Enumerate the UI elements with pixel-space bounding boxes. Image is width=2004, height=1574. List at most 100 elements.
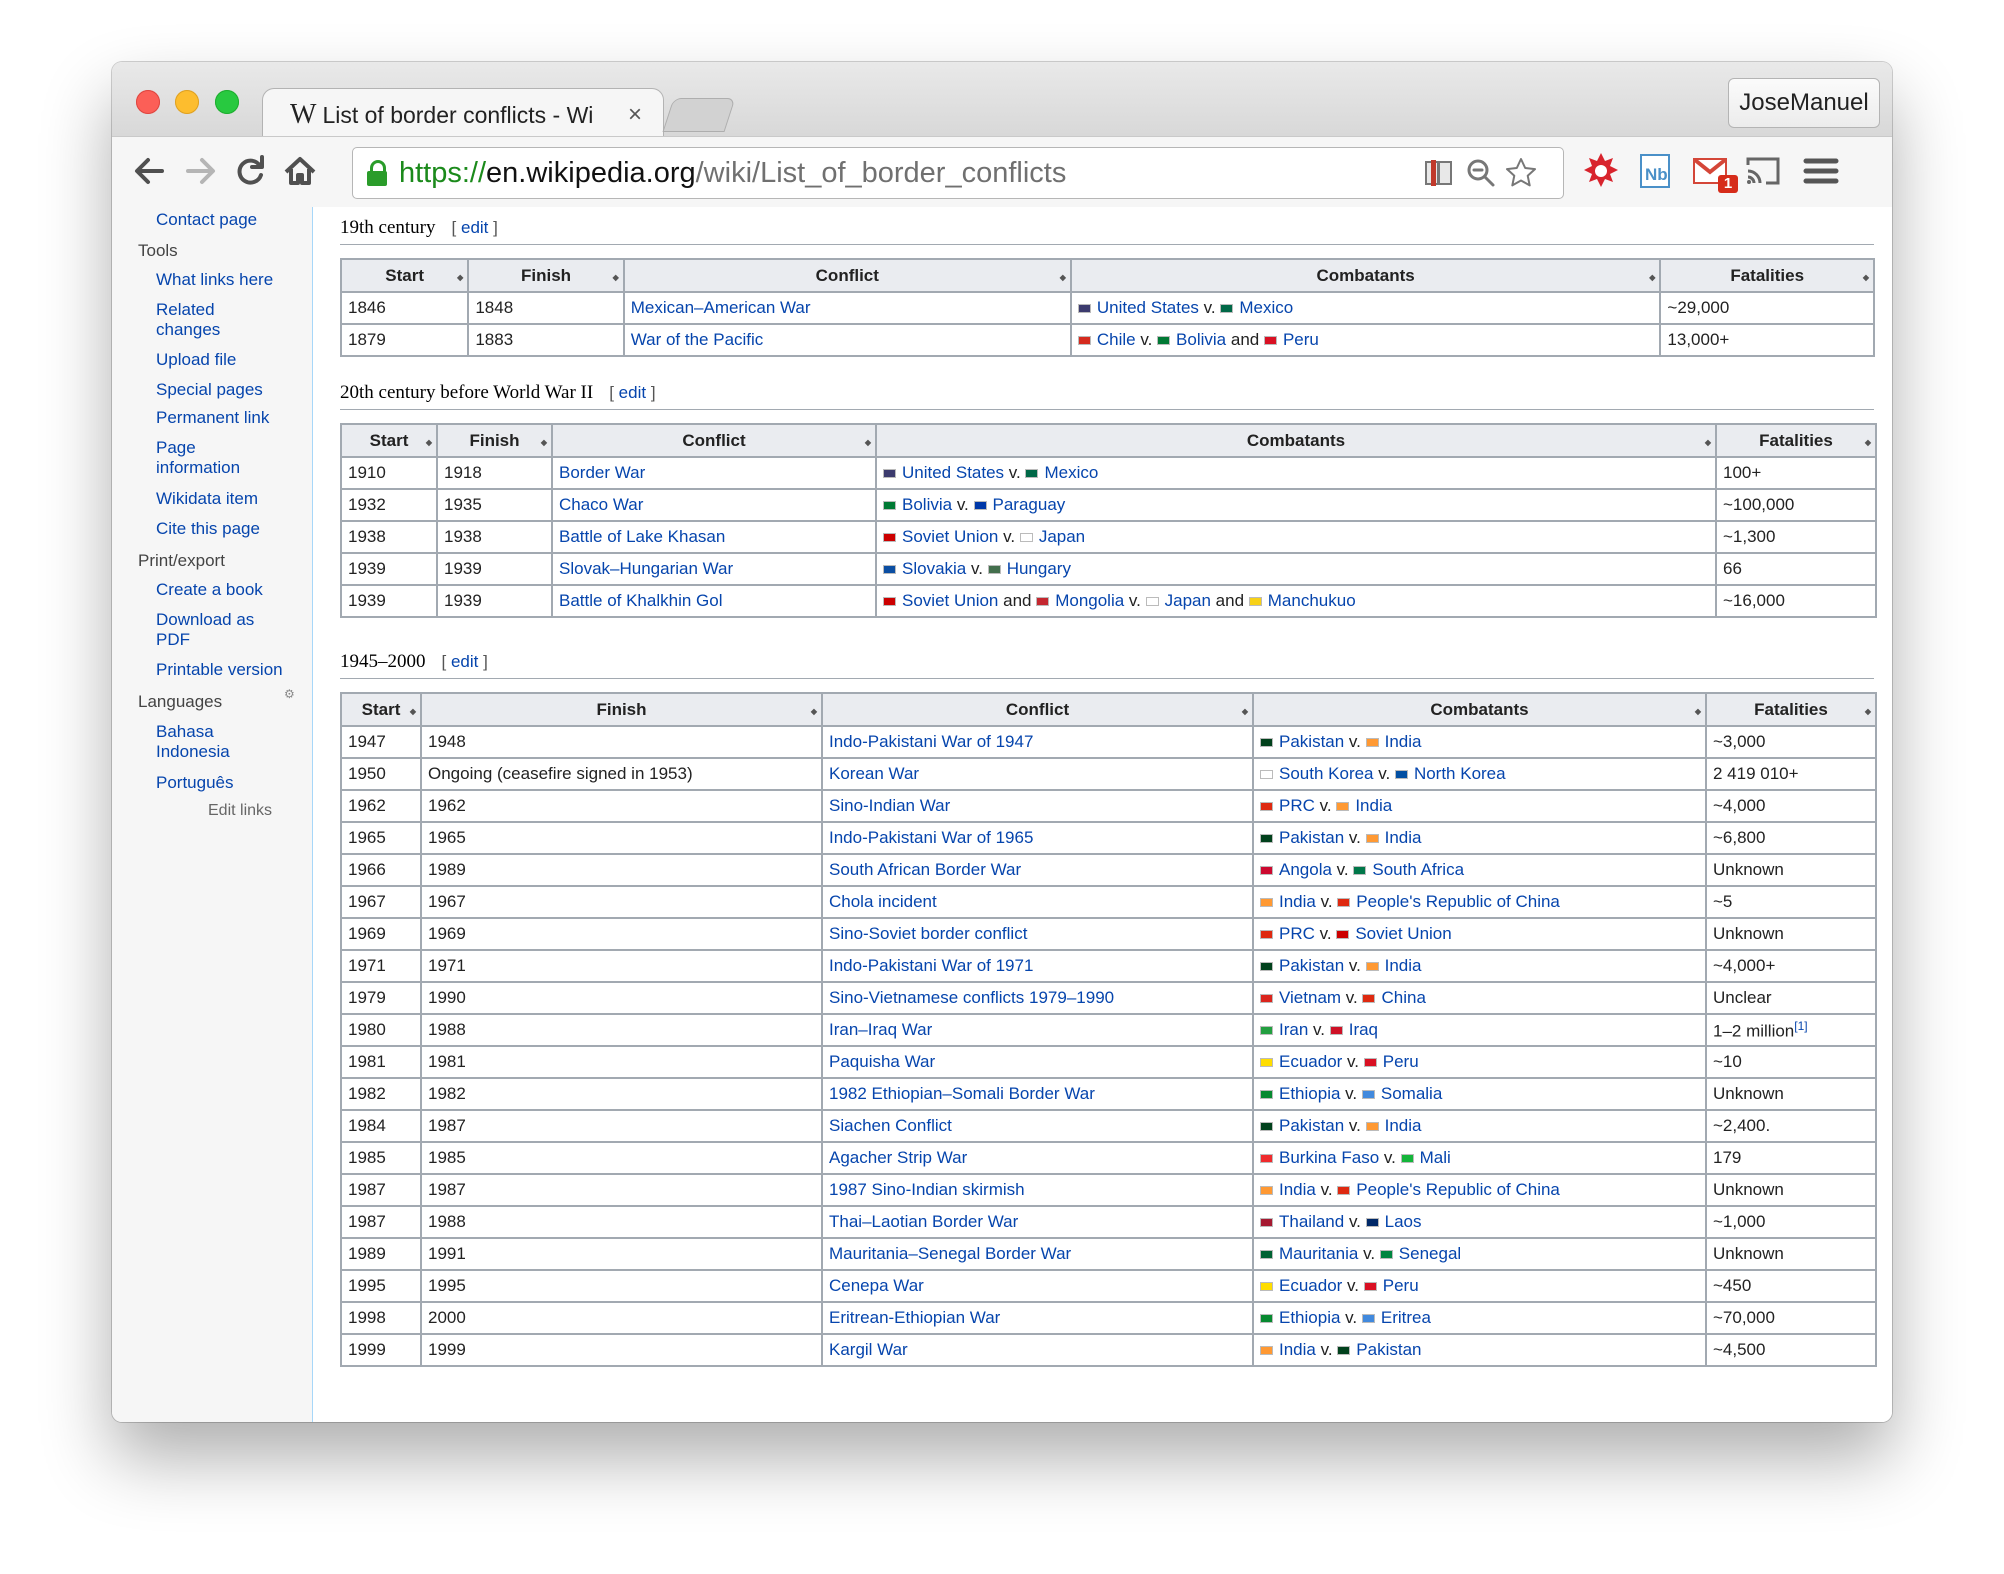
conflict-link[interactable]: Border War <box>559 463 645 482</box>
sidebar-heading-tools[interactable]: Tools <box>138 241 178 261</box>
zoom-window-button[interactable] <box>215 90 239 114</box>
country-link[interactable]: Ecuador <box>1279 1276 1342 1295</box>
country-link[interactable]: People's Republic of China <box>1356 1180 1560 1199</box>
conflict-link[interactable]: South African Border War <box>829 860 1021 879</box>
conflict-link[interactable]: Mauritania–Senegal Border War <box>829 1244 1071 1263</box>
minimize-window-button[interactable] <box>175 90 199 114</box>
address-bar[interactable]: https://en.wikipedia.org/wiki/List_of_bo… <box>352 147 1564 199</box>
cast-icon[interactable] <box>1740 147 1786 195</box>
country-link[interactable]: Thailand <box>1279 1212 1344 1231</box>
conflict-link[interactable]: Battle of Khalkhin Gol <box>559 591 722 610</box>
conflict-link[interactable]: Chola incident <box>829 892 937 911</box>
sidebar-heading-print[interactable]: Print/export <box>138 551 225 571</box>
conflict-link[interactable]: Agacher Strip War <box>829 1148 967 1167</box>
country-link[interactable]: South Korea <box>1279 764 1374 783</box>
sort-arrow-icon[interactable]: ◆ <box>1060 273 1066 282</box>
country-link[interactable]: Mauritania <box>1279 1244 1358 1263</box>
conflict-link[interactable]: Slovak–Hungarian War <box>559 559 733 578</box>
conflict-link[interactable]: Sino-Soviet border conflict <box>829 924 1027 943</box>
lock-icon[interactable] <box>367 160 387 186</box>
country-link[interactable]: Pakistan <box>1279 956 1344 975</box>
country-link[interactable]: India <box>1385 732 1422 751</box>
country-link[interactable]: Laos <box>1385 1212 1422 1231</box>
column-header-fatalities[interactable]: Fatalities ◆ <box>1659 258 1875 293</box>
conflict-link[interactable]: Sino-Vietnamese conflicts 1979–1990 <box>829 988 1114 1007</box>
conflict-link[interactable]: 1982 Ethiopian–Somali Border War <box>829 1084 1095 1103</box>
country-link[interactable]: Angola <box>1279 860 1332 879</box>
country-link[interactable]: India <box>1279 1340 1316 1359</box>
country-link[interactable]: India <box>1385 1116 1422 1135</box>
back-icon[interactable] <box>128 147 172 195</box>
country-link[interactable]: Slovakia <box>902 559 966 578</box>
conflict-link[interactable]: Kargil War <box>829 1340 908 1359</box>
country-link[interactable]: Pakistan <box>1279 828 1344 847</box>
sidebar-link-upload-file[interactable]: Upload file <box>156 350 306 370</box>
sidebar-link-wikidata-item[interactable]: Wikidata item <box>156 489 306 509</box>
country-link[interactable]: India <box>1385 828 1422 847</box>
language-settings-icon[interactable]: ⚙ <box>284 687 295 701</box>
sidebar-link-create-book[interactable]: Create a book <box>156 580 306 600</box>
menu-icon[interactable] <box>1798 147 1844 195</box>
edit-link[interactable]: edit <box>451 652 478 671</box>
country-link[interactable]: Chile <box>1097 330 1136 349</box>
sort-arrow-icon[interactable]: ◆ <box>1865 707 1871 716</box>
country-link[interactable]: Eritrea <box>1381 1308 1431 1327</box>
conflict-link[interactable]: Paquisha War <box>829 1052 935 1071</box>
country-link[interactable]: South Africa <box>1372 860 1464 879</box>
column-header-start[interactable]: Start ◆ <box>340 423 438 458</box>
country-link[interactable]: People's Republic of China <box>1356 892 1560 911</box>
sort-arrow-icon[interactable]: ◆ <box>1649 273 1655 282</box>
bookmark-star-icon[interactable] <box>1503 156 1539 190</box>
sidebar-link-related-changes[interactable]: Related changes <box>156 300 236 340</box>
country-link[interactable]: China <box>1381 988 1425 1007</box>
column-header-start[interactable]: Start ◆ <box>339 258 470 293</box>
sidebar-link-what-links-here[interactable]: What links here <box>156 270 306 290</box>
sort-arrow-icon[interactable]: ◆ <box>811 707 817 716</box>
country-link[interactable]: Senegal <box>1399 1244 1461 1263</box>
country-link[interactable]: Ethiopia <box>1279 1308 1340 1327</box>
sidebar-link-permanent-link[interactable]: Permanent link <box>156 408 306 428</box>
new-tab-button[interactable] <box>662 98 736 132</box>
country-link[interactable]: Japan <box>1039 527 1085 546</box>
country-link[interactable]: India <box>1355 796 1392 815</box>
country-link[interactable]: Manchukuo <box>1268 591 1356 610</box>
forward-icon[interactable] <box>178 147 222 195</box>
conflict-link[interactable]: Mexican–American War <box>631 298 811 317</box>
sort-arrow-icon[interactable]: ◆ <box>613 273 619 282</box>
conflict-link[interactable]: Indo-Pakistani War of 1971 <box>829 956 1033 975</box>
extension-icon[interactable] <box>1578 147 1624 195</box>
country-link[interactable]: Peru <box>1383 1052 1419 1071</box>
country-link[interactable]: Hungary <box>1007 559 1071 578</box>
country-link[interactable]: Somalia <box>1381 1084 1442 1103</box>
sort-arrow-icon[interactable]: ◆ <box>426 438 432 447</box>
country-link[interactable]: Pakistan <box>1279 732 1344 751</box>
conflict-link[interactable]: Siachen Conflict <box>829 1116 952 1135</box>
column-header-finish[interactable]: Finish ◆ <box>467 258 625 293</box>
sort-arrow-icon[interactable]: ◆ <box>410 707 416 716</box>
column-header-combatants[interactable]: Combatants ◆ <box>875 423 1717 458</box>
country-link[interactable]: PRC <box>1279 796 1315 815</box>
tab-title[interactable]: W List of border conflicts - Wi <box>290 98 600 132</box>
country-link[interactable]: Mexico <box>1239 298 1293 317</box>
sort-arrow-icon[interactable]: ◆ <box>1242 707 1248 716</box>
sort-arrow-icon[interactable]: ◆ <box>1865 438 1871 447</box>
country-link[interactable]: Vietnam <box>1279 988 1341 1007</box>
column-header-combatants[interactable]: Combatants ◆ <box>1252 692 1707 727</box>
country-link[interactable]: Bolivia <box>1176 330 1226 349</box>
citation-link[interactable]: [1] <box>1794 1019 1807 1033</box>
sidebar-link-portugues[interactable]: Português <box>156 773 306 793</box>
conflict-link[interactable]: Indo-Pakistani War of 1947 <box>829 732 1033 751</box>
column-header-conflict[interactable]: Conflict ◆ <box>821 692 1254 727</box>
country-link[interactable]: Pakistan <box>1356 1340 1421 1359</box>
conflict-link[interactable]: 1987 Sino-Indian skirmish <box>829 1180 1025 1199</box>
profile-button[interactable]: JoseManuel <box>1728 78 1880 128</box>
country-link[interactable]: Ecuador <box>1279 1052 1342 1071</box>
column-header-fatalities[interactable]: Fatalities ◆ <box>1715 423 1877 458</box>
url-text[interactable]: https://en.wikipedia.org/wiki/List_of_bo… <box>399 148 1066 198</box>
conflict-link[interactable]: Indo-Pakistani War of 1965 <box>829 828 1033 847</box>
country-link[interactable]: India <box>1279 1180 1316 1199</box>
column-header-conflict[interactable]: Conflict ◆ <box>622 258 1072 293</box>
sort-arrow-icon[interactable]: ◆ <box>865 438 871 447</box>
country-link[interactable]: Peru <box>1283 330 1319 349</box>
sidebar-link-printable-version[interactable]: Printable version <box>156 660 306 680</box>
